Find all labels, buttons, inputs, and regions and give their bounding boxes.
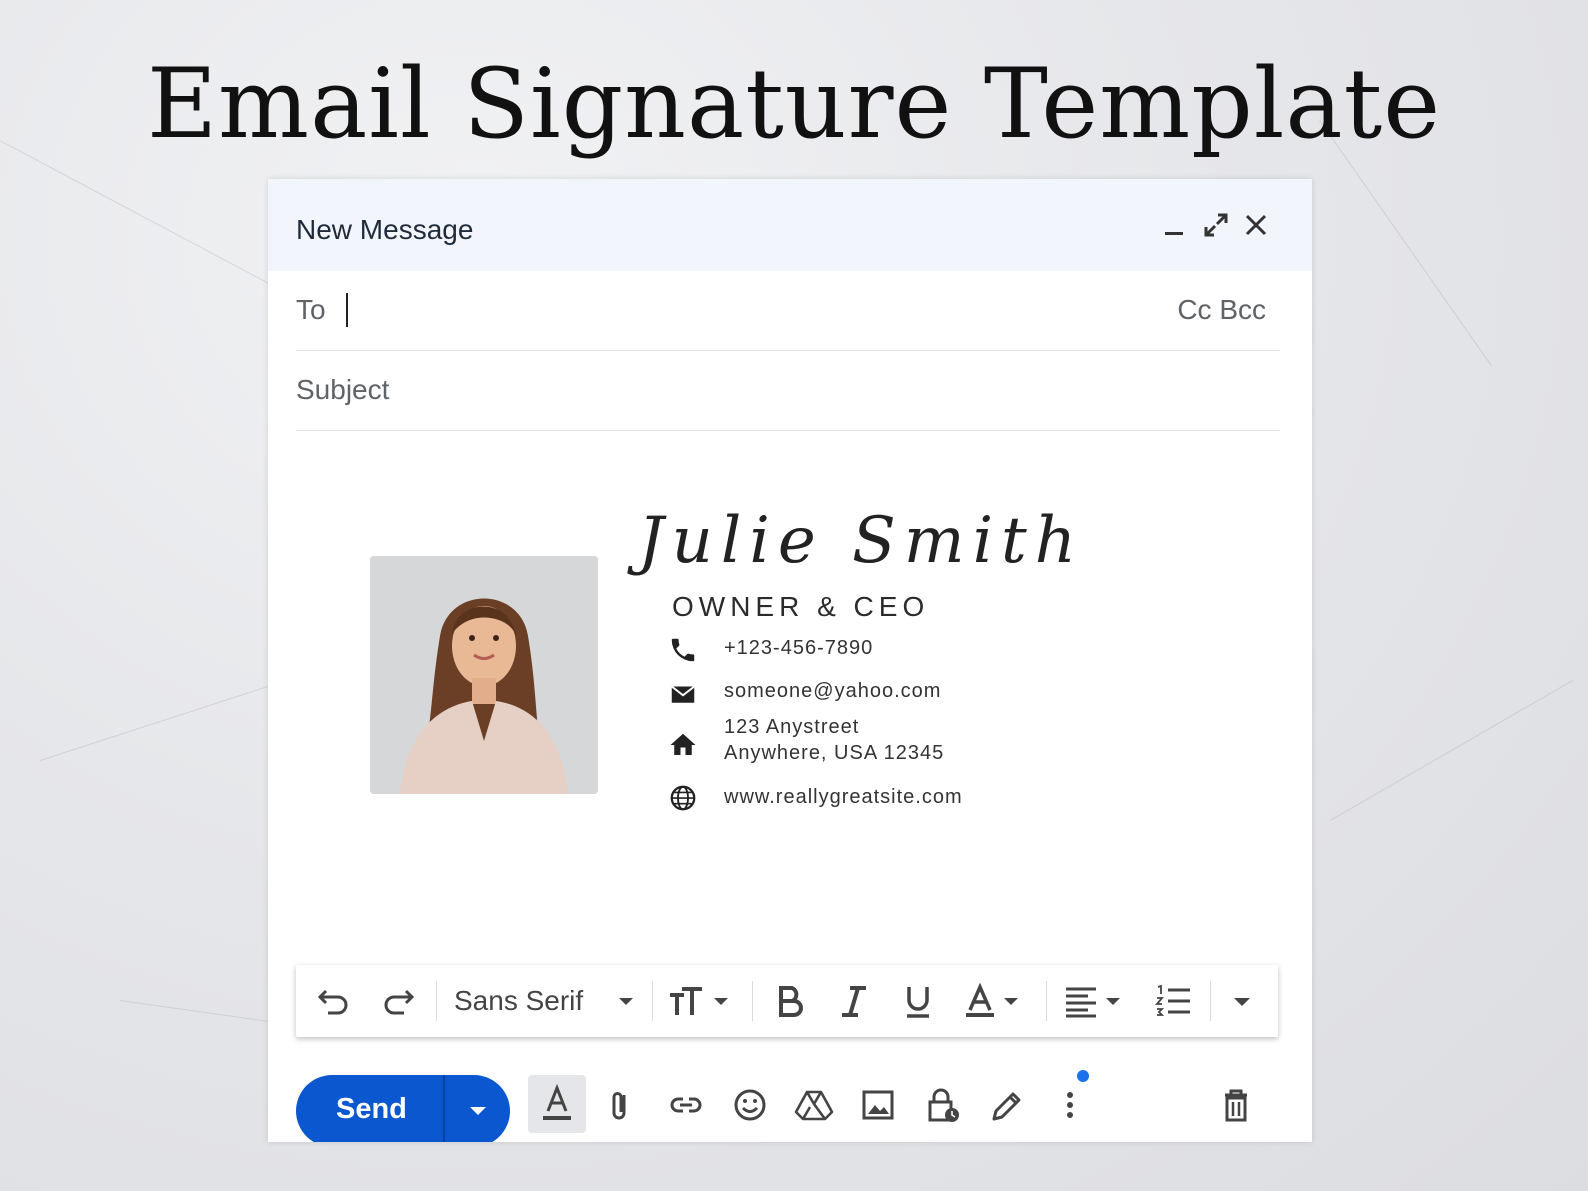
signature-role: OWNER & CEO (672, 591, 929, 623)
font-family-select[interactable]: Sans Serif (454, 985, 583, 1017)
attach-icon[interactable] (600, 1085, 640, 1125)
font-size-icon[interactable] (666, 983, 736, 1019)
image-icon[interactable] (858, 1085, 898, 1125)
delete-icon[interactable] (1216, 1085, 1256, 1125)
to-field[interactable]: To Cc Bcc (296, 271, 1280, 351)
align-icon[interactable] (1062, 983, 1132, 1019)
toolbar-separator (652, 981, 653, 1021)
emoji-icon[interactable] (730, 1085, 770, 1125)
undo-icon[interactable] (314, 983, 354, 1019)
signature-icon[interactable] (986, 1085, 1026, 1125)
send-button[interactable]: Send (336, 1093, 407, 1126)
bold-icon[interactable] (770, 983, 810, 1019)
toolbar-separator (1210, 981, 1211, 1021)
marble-vein (1330, 680, 1573, 821)
toolbar-separator (1046, 981, 1047, 1021)
chevron-down-icon[interactable] (614, 983, 638, 1019)
formatting-toolbar: Sans Serif (296, 965, 1278, 1037)
send-button-group: Send (296, 1075, 510, 1142)
confidential-icon[interactable] (922, 1085, 962, 1125)
to-label: To (296, 294, 326, 326)
formatting-options-icon[interactable] (528, 1075, 586, 1133)
cc-bcc-link[interactable]: Cc Bcc (1177, 294, 1266, 326)
signature-website[interactable]: www.reallygreatsite.com (724, 784, 963, 810)
fullscreen-icon[interactable] (1198, 207, 1234, 243)
text-caret (346, 293, 348, 327)
phone-icon (668, 635, 698, 665)
signature-email[interactable]: someone@yahoo.com (724, 678, 941, 704)
profile-photo (370, 556, 598, 794)
compose-window: New Message To Cc Bcc Subject Julie S (268, 179, 1312, 1142)
subject-field[interactable]: Subject (296, 350, 1280, 431)
compose-title: New Message (296, 214, 473, 246)
toolbar-separator (752, 981, 753, 1021)
send-options-chevron-icon[interactable] (446, 1075, 510, 1142)
text-color-icon[interactable] (962, 983, 1032, 1019)
compose-actions: Send (268, 1069, 1312, 1142)
drive-icon[interactable] (794, 1085, 834, 1125)
toolbar-separator (436, 981, 437, 1021)
home-icon (668, 730, 698, 760)
signature-address-line2: Anywhere, USA 12345 (724, 740, 944, 766)
subject-placeholder: Subject (296, 374, 389, 406)
send-divider (443, 1075, 445, 1142)
signature-address-line1: 123 Anystreet (724, 714, 859, 740)
email-icon (668, 679, 698, 709)
notification-dot-icon (1076, 1069, 1090, 1083)
close-icon[interactable] (1238, 207, 1274, 243)
page-title: Email Signature Template (0, 48, 1588, 160)
globe-icon (668, 783, 698, 813)
signature-name: Julie Smith (638, 504, 1084, 578)
minimize-icon[interactable] (1157, 207, 1193, 243)
numbered-list-icon[interactable] (1154, 983, 1194, 1019)
link-icon[interactable] (666, 1085, 706, 1125)
more-formatting-icon[interactable] (1226, 983, 1258, 1019)
compose-header: New Message (268, 179, 1312, 271)
signature-phone: +123-456-7890 (724, 635, 873, 661)
underline-icon[interactable] (898, 983, 938, 1019)
redo-icon[interactable] (378, 983, 418, 1019)
italic-icon[interactable] (834, 983, 874, 1019)
more-options-icon[interactable] (1050, 1085, 1090, 1125)
